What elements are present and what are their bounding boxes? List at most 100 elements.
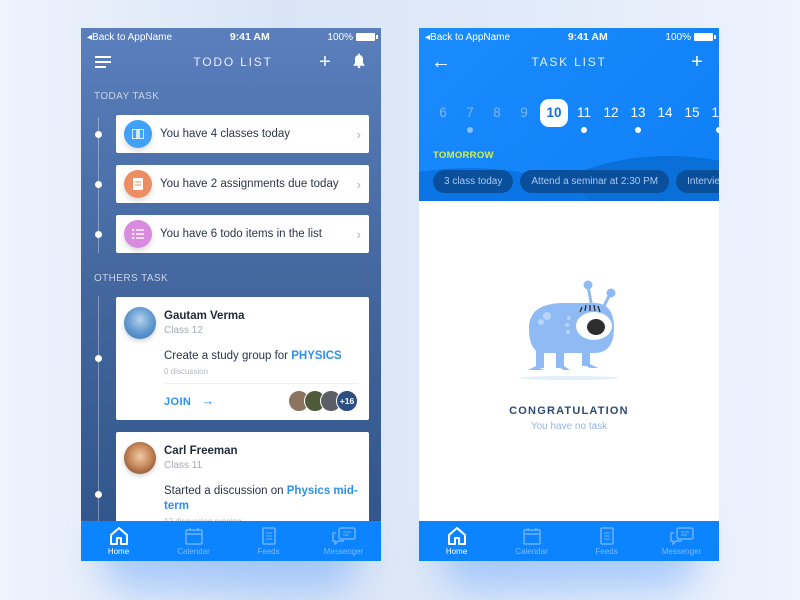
date-number: 14 xyxy=(657,105,673,120)
avatar xyxy=(124,442,156,474)
date-number: 7 xyxy=(466,105,474,120)
event-indicator-dot xyxy=(716,127,719,133)
book-icon xyxy=(124,120,152,148)
arrow-left-icon[interactable]: ← xyxy=(431,52,451,72)
back-to-app-link[interactable]: ◂Back to AppName xyxy=(87,32,172,43)
tab-bar: Home Calendar Feeds Messenger xyxy=(419,521,719,561)
date-6[interactable]: 6 xyxy=(431,105,455,127)
date-8[interactable]: 8 xyxy=(485,105,509,127)
date-number: 13 xyxy=(630,105,646,120)
tab-feeds[interactable]: Feeds xyxy=(231,526,306,556)
date-9[interactable]: 9 xyxy=(512,105,536,127)
tab-home[interactable]: Home xyxy=(419,526,494,556)
tomorrow-chips: 3 class today Attend a seminar at 2:30 PM… xyxy=(433,170,719,193)
tab-calendar[interactable]: Calendar xyxy=(156,526,231,556)
tab-label: Calendar xyxy=(177,547,210,556)
task-message: Create a study group for PHYSICS xyxy=(164,350,342,362)
date-number: 12 xyxy=(603,105,619,120)
tab-home[interactable]: Home xyxy=(81,526,156,556)
page-title: TASK LIST xyxy=(531,55,607,69)
tab-messenger[interactable]: Messenger xyxy=(644,526,719,556)
tab-calendar[interactable]: Calendar xyxy=(494,526,569,556)
timeline-dot xyxy=(95,491,102,498)
task-author: Carl Freeman xyxy=(164,445,238,457)
feeds-icon xyxy=(599,526,614,546)
plus-icon[interactable]: + xyxy=(687,52,707,72)
date-10[interactable]: 10 xyxy=(539,99,569,127)
bell-icon[interactable] xyxy=(349,52,369,72)
today-task-item[interactable]: You have 4 classes today › xyxy=(116,115,369,153)
empty-state: CONGRATULATION You have no task xyxy=(419,278,719,432)
timeline-dot xyxy=(95,231,102,238)
tab-label: Messenger xyxy=(661,547,702,556)
document-icon xyxy=(124,170,152,198)
task-class: Class 12 xyxy=(164,325,203,336)
status-time: 9:41 AM xyxy=(567,31,608,43)
date-14[interactable]: 14 xyxy=(653,105,677,127)
date-7[interactable]: 7 xyxy=(458,105,482,133)
arrow-right-icon: → xyxy=(201,393,215,408)
today-task-text: You have 4 classes today xyxy=(160,128,290,140)
date-number: 6 xyxy=(439,105,447,120)
tomorrow-label: TOMORROW xyxy=(433,150,494,161)
empty-title: CONGRATULATION xyxy=(509,405,629,417)
date-number: 11 xyxy=(576,105,591,120)
task-list-screen: ◂Back to AppName 9:41 AM 100% ← TASK LIS… xyxy=(419,28,719,561)
tomorrow-task-chip[interactable]: Attend a seminar at 2:30 PM xyxy=(520,170,670,193)
tomorrow-task-chip[interactable]: 3 class today xyxy=(433,170,514,193)
date-13[interactable]: 13 xyxy=(626,105,650,133)
calendar-icon xyxy=(522,526,541,546)
back-to-app-link[interactable]: ◂Back to AppName xyxy=(425,32,510,43)
task-author: Gautam Verma xyxy=(164,310,245,322)
date-strip: 67891011121314151617 xyxy=(431,99,719,133)
more-members-badge: +16 xyxy=(336,389,358,412)
chevron-right-icon: › xyxy=(356,176,361,192)
tab-messenger[interactable]: Messenger xyxy=(306,526,381,556)
task-card-gautam[interactable]: Gautam Verma Class 12 Create a study gro… xyxy=(116,297,369,420)
join-button[interactable]: JOIN → xyxy=(164,393,215,408)
chevron-right-icon: › xyxy=(356,126,361,142)
member-avatars[interactable]: +16 xyxy=(288,389,358,412)
calendar-header: ◂Back to AppName 9:41 AM 100% ← TASK LIS… xyxy=(419,28,719,201)
battery-icon xyxy=(694,32,716,41)
status-bar: ◂Back to AppName 9:41 AM 100% xyxy=(81,28,381,46)
battery-indicator: 100% xyxy=(327,32,378,43)
today-task-item[interactable]: You have 6 todo items in the list › xyxy=(116,215,369,253)
nav-bar: ← TASK LIST + xyxy=(419,46,719,78)
list-icon xyxy=(124,220,152,248)
date-11[interactable]: 11 xyxy=(572,105,596,133)
tab-label: Feeds xyxy=(595,547,618,556)
messenger-icon xyxy=(669,526,694,546)
tab-label: Messenger xyxy=(323,547,364,556)
hamburger-icon[interactable] xyxy=(93,52,113,72)
tab-feeds[interactable]: Feeds xyxy=(569,526,644,556)
date-12[interactable]: 12 xyxy=(599,105,623,127)
nav-bar: TODO LIST + xyxy=(81,46,381,78)
date-number: 16 xyxy=(711,105,719,120)
calendar-icon xyxy=(184,526,203,546)
task-class: Class 11 xyxy=(164,460,203,471)
event-indicator-dot xyxy=(581,127,587,133)
avatar xyxy=(124,307,156,339)
today-task-heading: TODAY TASK xyxy=(94,91,160,102)
date-number: 8 xyxy=(493,105,501,120)
others-task-heading: OTHERS TASK xyxy=(94,273,169,284)
plus-icon[interactable]: + xyxy=(315,52,335,72)
date-15[interactable]: 15 xyxy=(680,105,704,127)
feeds-icon xyxy=(261,526,276,546)
battery-indicator: 100% xyxy=(665,32,716,43)
today-task-text: You have 6 todo items in the list xyxy=(160,228,322,240)
status-time: 9:41 AM xyxy=(229,31,270,43)
todo-list-screen: ◂Back to AppName 9:41 AM 100% TODO LIST … xyxy=(81,28,381,561)
today-task-item[interactable]: You have 2 assignments due today › xyxy=(116,165,369,203)
date-number: 9 xyxy=(520,105,528,120)
home-icon xyxy=(109,526,129,546)
timeline-dot xyxy=(95,355,102,362)
messenger-icon xyxy=(331,526,356,546)
tab-label: Calendar xyxy=(515,547,548,556)
date-16[interactable]: 16 xyxy=(707,105,719,133)
status-bar: ◂Back to AppName 9:41 AM 100% xyxy=(419,28,719,46)
date-number: 15 xyxy=(684,105,700,120)
event-indicator-dot xyxy=(467,127,473,133)
tomorrow-task-chip[interactable]: Interview xyxy=(676,170,719,193)
